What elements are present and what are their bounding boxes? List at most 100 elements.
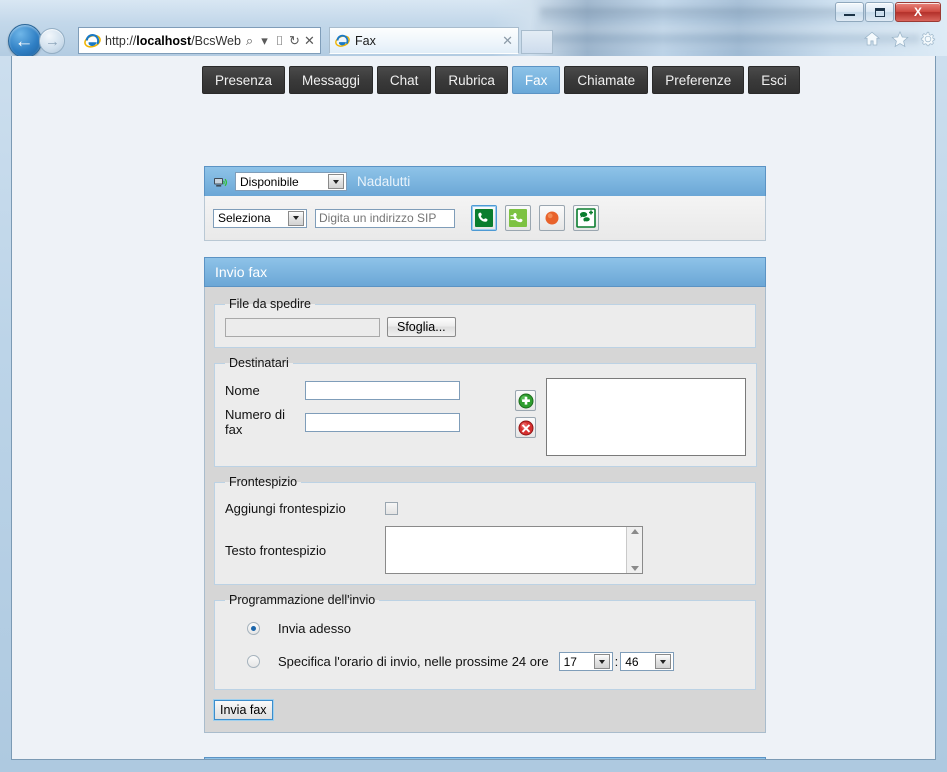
- scroll-down-icon: [630, 566, 639, 571]
- search-icon[interactable]: ⌕: [242, 33, 257, 49]
- browser-tab-fax[interactable]: Fax ✕: [329, 27, 519, 54]
- ie-logo-icon: [84, 34, 101, 48]
- contact-select[interactable]: Seleziona: [213, 208, 307, 228]
- nav-tab-rubrica[interactable]: Rubrica: [435, 66, 508, 94]
- cover-text-label: Testo frontespizio: [225, 542, 327, 558]
- remove-recipient-button[interactable]: [515, 417, 536, 438]
- add-cover-checkbox[interactable]: [385, 502, 398, 515]
- file-section: File da spedire Sfoglia...: [214, 297, 756, 348]
- nav-tab-label: Preferenze: [665, 72, 732, 88]
- nav-tab-fax[interactable]: Fax: [511, 66, 561, 94]
- nav-tab-preferenze[interactable]: Preferenze: [652, 66, 745, 94]
- chevron-down-icon: [288, 210, 304, 226]
- recipient-fax-input[interactable]: [305, 413, 460, 433]
- new-tab-button[interactable]: [521, 30, 553, 54]
- new-chat-button[interactable]: [573, 205, 599, 231]
- hour-value: 17: [563, 654, 577, 669]
- minimize-button[interactable]: [835, 2, 864, 22]
- sip-address-input[interactable]: [315, 208, 455, 228]
- file-section-legend: File da spedire: [229, 297, 311, 311]
- nav-tab-label: Messaggi: [302, 72, 360, 88]
- tab-favicon-ie-icon: [335, 34, 350, 47]
- time-separator: :: [614, 654, 619, 669]
- page-viewport: Presenza Messaggi Chat Rubrica Fax Chiam…: [11, 56, 936, 760]
- back-arrow-icon: ←: [14, 30, 34, 52]
- fax-status-panel: Stato dei fax: [204, 757, 766, 759]
- send-now-label: Invia adesso: [278, 621, 351, 636]
- call-button[interactable]: [471, 205, 497, 231]
- send-fax-button[interactable]: Invia fax: [213, 699, 274, 721]
- file-path-input[interactable]: [225, 317, 380, 337]
- minute-select[interactable]: 46: [620, 652, 675, 671]
- dialer-toolbar: Seleziona: [204, 196, 766, 241]
- cover-text-scrollbar[interactable]: [626, 527, 642, 573]
- cover-text-area-wrap: [385, 526, 643, 574]
- minute-value: 46: [625, 654, 639, 669]
- nav-tab-messaggi[interactable]: Messaggi: [289, 66, 373, 94]
- refresh-icon[interactable]: ↻: [287, 33, 302, 49]
- browser-command-bar: [863, 30, 937, 48]
- presence-status-icon: [214, 177, 227, 187]
- transfer-call-button[interactable]: [505, 205, 531, 231]
- window-controls: X: [834, 2, 941, 22]
- forward-arrow-icon: →: [45, 32, 60, 50]
- schedule-section-legend: Programmazione dell'invio: [229, 593, 376, 607]
- nav-tab-chat[interactable]: Chat: [376, 66, 432, 94]
- star-icon[interactable]: [891, 30, 909, 48]
- add-cover-label: Aggiungi frontespizio: [225, 501, 346, 516]
- stop-icon[interactable]: ✕: [302, 33, 317, 49]
- close-icon: X: [913, 5, 922, 19]
- browse-button[interactable]: Sfoglia...: [387, 317, 456, 337]
- hour-select[interactable]: 17: [558, 652, 613, 671]
- current-user-name: Nadalutti: [357, 174, 411, 189]
- fax-status-title: Stato dei fax: [204, 757, 766, 759]
- add-recipient-button[interactable]: [515, 390, 536, 411]
- nav-tab-label: Rubrica: [448, 72, 495, 88]
- phone-transfer-icon: [509, 209, 527, 227]
- recipient-name-label: Nome: [225, 383, 260, 398]
- fax-panel-title: Invio fax: [204, 257, 766, 287]
- contact-select-value: Seleziona: [218, 211, 271, 225]
- gear-icon[interactable]: [919, 30, 937, 48]
- tab-title: Fax: [355, 33, 376, 48]
- recipient-fax-label: Numero di fax: [225, 407, 285, 437]
- url-text: http://localhost/BcsWeb: [105, 33, 241, 48]
- nav-tab-label: Fax: [524, 72, 548, 88]
- address-bar[interactable]: http://localhost/BcsWeb ⌕ ▾ ⌷ ↻ ✕: [78, 27, 321, 54]
- record-circle-icon: [545, 211, 559, 225]
- presence-status-select[interactable]: Disponibile: [235, 172, 347, 191]
- home-icon[interactable]: [863, 30, 881, 48]
- cover-section-legend: Frontespizio: [229, 475, 298, 489]
- recipients-list[interactable]: [546, 378, 746, 456]
- schedule-section: Programmazione dell'invio Invia adesso S…: [214, 593, 756, 690]
- chevron-down-icon: [593, 654, 610, 669]
- chevron-down-icon: [655, 654, 672, 669]
- plus-icon: [518, 393, 533, 408]
- record-button[interactable]: [539, 205, 565, 231]
- nav-tab-label: Chat: [389, 72, 419, 88]
- presence-status-value: Disponibile: [240, 174, 299, 189]
- remove-icon: [518, 420, 533, 435]
- presence-bar: Disponibile Nadalutti: [204, 166, 766, 196]
- restore-button[interactable]: [865, 2, 894, 22]
- nav-tab-chiamate[interactable]: Chiamate: [564, 66, 649, 94]
- nav-tab-label: Presenza: [215, 72, 273, 88]
- browser-window: X ← → http://localhost/BcsWeb ⌕ ▾ ⌷ ↻ ✕ …: [0, 0, 947, 772]
- close-button[interactable]: X: [895, 2, 941, 22]
- send-later-label: Specifica l'orario di invio, nelle pross…: [278, 654, 549, 669]
- nav-tab-label: Esci: [761, 72, 787, 88]
- nav-tab-esci[interactable]: Esci: [748, 66, 800, 94]
- chat-plus-icon: [576, 208, 596, 228]
- forward-button[interactable]: →: [39, 28, 65, 54]
- compatibility-view-icon[interactable]: ⌷: [272, 33, 287, 49]
- send-now-radio[interactable]: [247, 622, 260, 635]
- recipient-name-input[interactable]: [305, 381, 460, 400]
- send-later-radio[interactable]: [247, 655, 260, 668]
- chevron-down-icon[interactable]: ▾: [257, 33, 272, 49]
- tab-close-icon[interactable]: ✕: [502, 33, 513, 49]
- scroll-up-icon: [630, 529, 639, 534]
- nav-tab-presenza[interactable]: Presenza: [202, 66, 286, 94]
- cover-text-area[interactable]: [386, 527, 626, 573]
- chevron-down-icon: [328, 174, 344, 189]
- back-button[interactable]: ←: [8, 24, 42, 58]
